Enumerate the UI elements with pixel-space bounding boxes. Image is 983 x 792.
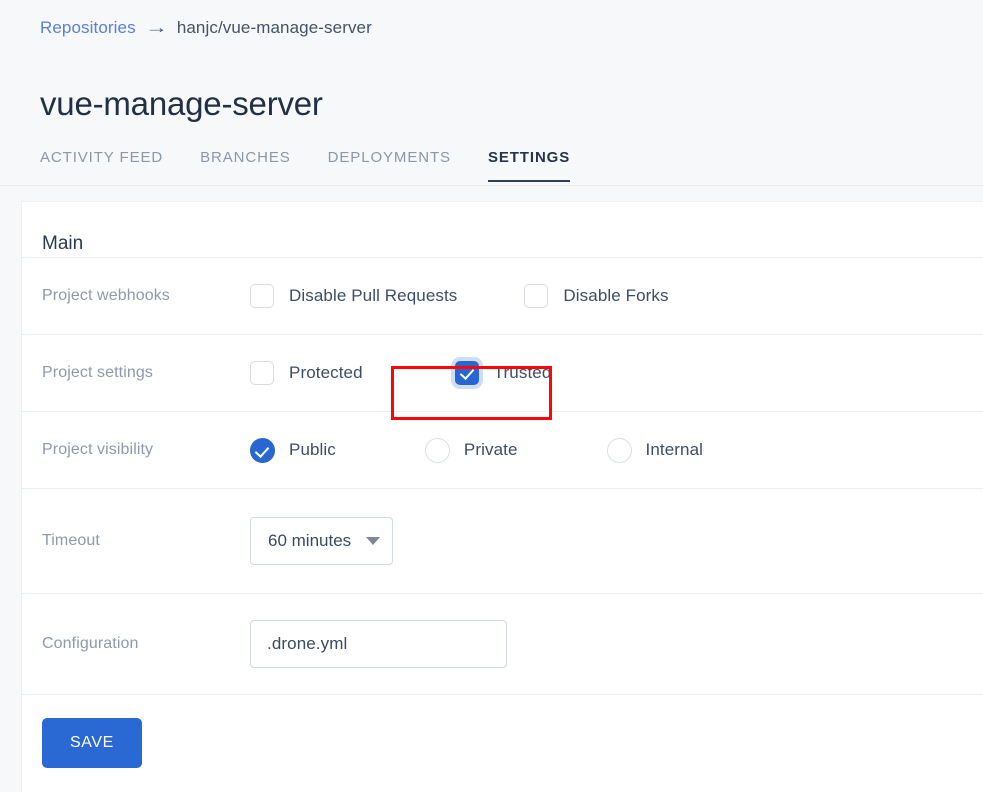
row-project-visibility: Project visibility Public Private Intern… bbox=[22, 412, 983, 488]
tab-bar: ACTIVITY FEED BRANCHES DEPLOYMENTS SETTI… bbox=[40, 148, 607, 181]
settings-card: Main Project webhooks Disable Pull Reque… bbox=[21, 201, 983, 792]
checkbox-label: Disable Forks bbox=[563, 286, 668, 306]
radio-circle-icon[interactable] bbox=[425, 438, 450, 463]
section-title-main: Main bbox=[22, 202, 983, 257]
radio-public[interactable]: Public bbox=[250, 438, 336, 463]
tab-branches[interactable]: BRANCHES bbox=[200, 149, 291, 182]
row-label-project-settings: Project settings bbox=[42, 364, 250, 382]
checkbox-checked-icon[interactable] bbox=[455, 361, 479, 385]
page-header: Repositories → hanjc/vue-manage-server vue… bbox=[0, 0, 983, 186]
row-controls-project-visibility: Public Private Internal bbox=[250, 438, 703, 463]
arrow-right-icon: → bbox=[145, 17, 168, 39]
checkbox-label: Trusted bbox=[494, 363, 552, 383]
checkbox-trusted[interactable]: Trusted bbox=[455, 361, 552, 385]
row-label-timeout: Timeout bbox=[42, 532, 250, 550]
checkbox-label: Disable Pull Requests bbox=[289, 286, 457, 306]
row-project-settings: Project settings Protected Trusted bbox=[22, 335, 983, 411]
radio-internal[interactable]: Internal bbox=[607, 438, 704, 463]
checkbox-disable-pull-requests[interactable]: Disable Pull Requests bbox=[250, 284, 457, 308]
row-controls-project-settings: Protected Trusted bbox=[250, 361, 551, 385]
checkbox-disable-forks[interactable]: Disable Forks bbox=[524, 284, 668, 308]
breadcrumb-current: hanjc/vue-manage-server bbox=[177, 18, 372, 37]
radio-label: Internal bbox=[646, 440, 704, 460]
tab-deployments[interactable]: DEPLOYMENTS bbox=[328, 149, 451, 182]
row-label-project-visibility: Project visibility bbox=[42, 441, 250, 459]
chevron-down-icon bbox=[366, 537, 380, 545]
breadcrumb-repositories-link[interactable]: Repositories bbox=[40, 18, 136, 37]
page-title: vue-manage-server bbox=[40, 82, 323, 126]
radio-label: Private bbox=[464, 440, 518, 460]
row-controls-timeout: 60 minutes bbox=[250, 517, 393, 565]
row-controls-configuration bbox=[250, 620, 507, 668]
radio-label: Public bbox=[289, 440, 336, 460]
radio-checked-icon[interactable] bbox=[250, 438, 275, 463]
configuration-input[interactable] bbox=[250, 620, 507, 668]
save-area: SAVE bbox=[22, 695, 983, 768]
radio-private[interactable]: Private bbox=[425, 438, 518, 463]
row-timeout: Timeout 60 minutes bbox=[22, 489, 983, 593]
save-button[interactable]: SAVE bbox=[42, 718, 142, 768]
row-label-project-webhooks: Project webhooks bbox=[42, 287, 250, 305]
timeout-select[interactable]: 60 minutes bbox=[250, 517, 393, 565]
checkbox-box-icon[interactable] bbox=[250, 284, 274, 308]
row-label-configuration: Configuration bbox=[42, 635, 250, 653]
row-configuration: Configuration bbox=[22, 594, 983, 694]
breadcrumb: Repositories → hanjc/vue-manage-server bbox=[40, 17, 372, 39]
checkbox-protected[interactable]: Protected bbox=[250, 361, 363, 385]
tab-settings[interactable]: SETTINGS bbox=[488, 149, 570, 182]
checkbox-box-icon[interactable] bbox=[250, 361, 274, 385]
radio-circle-icon[interactable] bbox=[607, 438, 632, 463]
tab-activity-feed[interactable]: ACTIVITY FEED bbox=[40, 149, 163, 182]
row-project-webhooks: Project webhooks Disable Pull Requests D… bbox=[22, 258, 983, 334]
row-controls-project-webhooks: Disable Pull Requests Disable Forks bbox=[250, 284, 669, 308]
checkbox-box-icon[interactable] bbox=[524, 284, 548, 308]
checkbox-label: Protected bbox=[289, 363, 363, 383]
timeout-select-value: 60 minutes bbox=[268, 531, 351, 551]
